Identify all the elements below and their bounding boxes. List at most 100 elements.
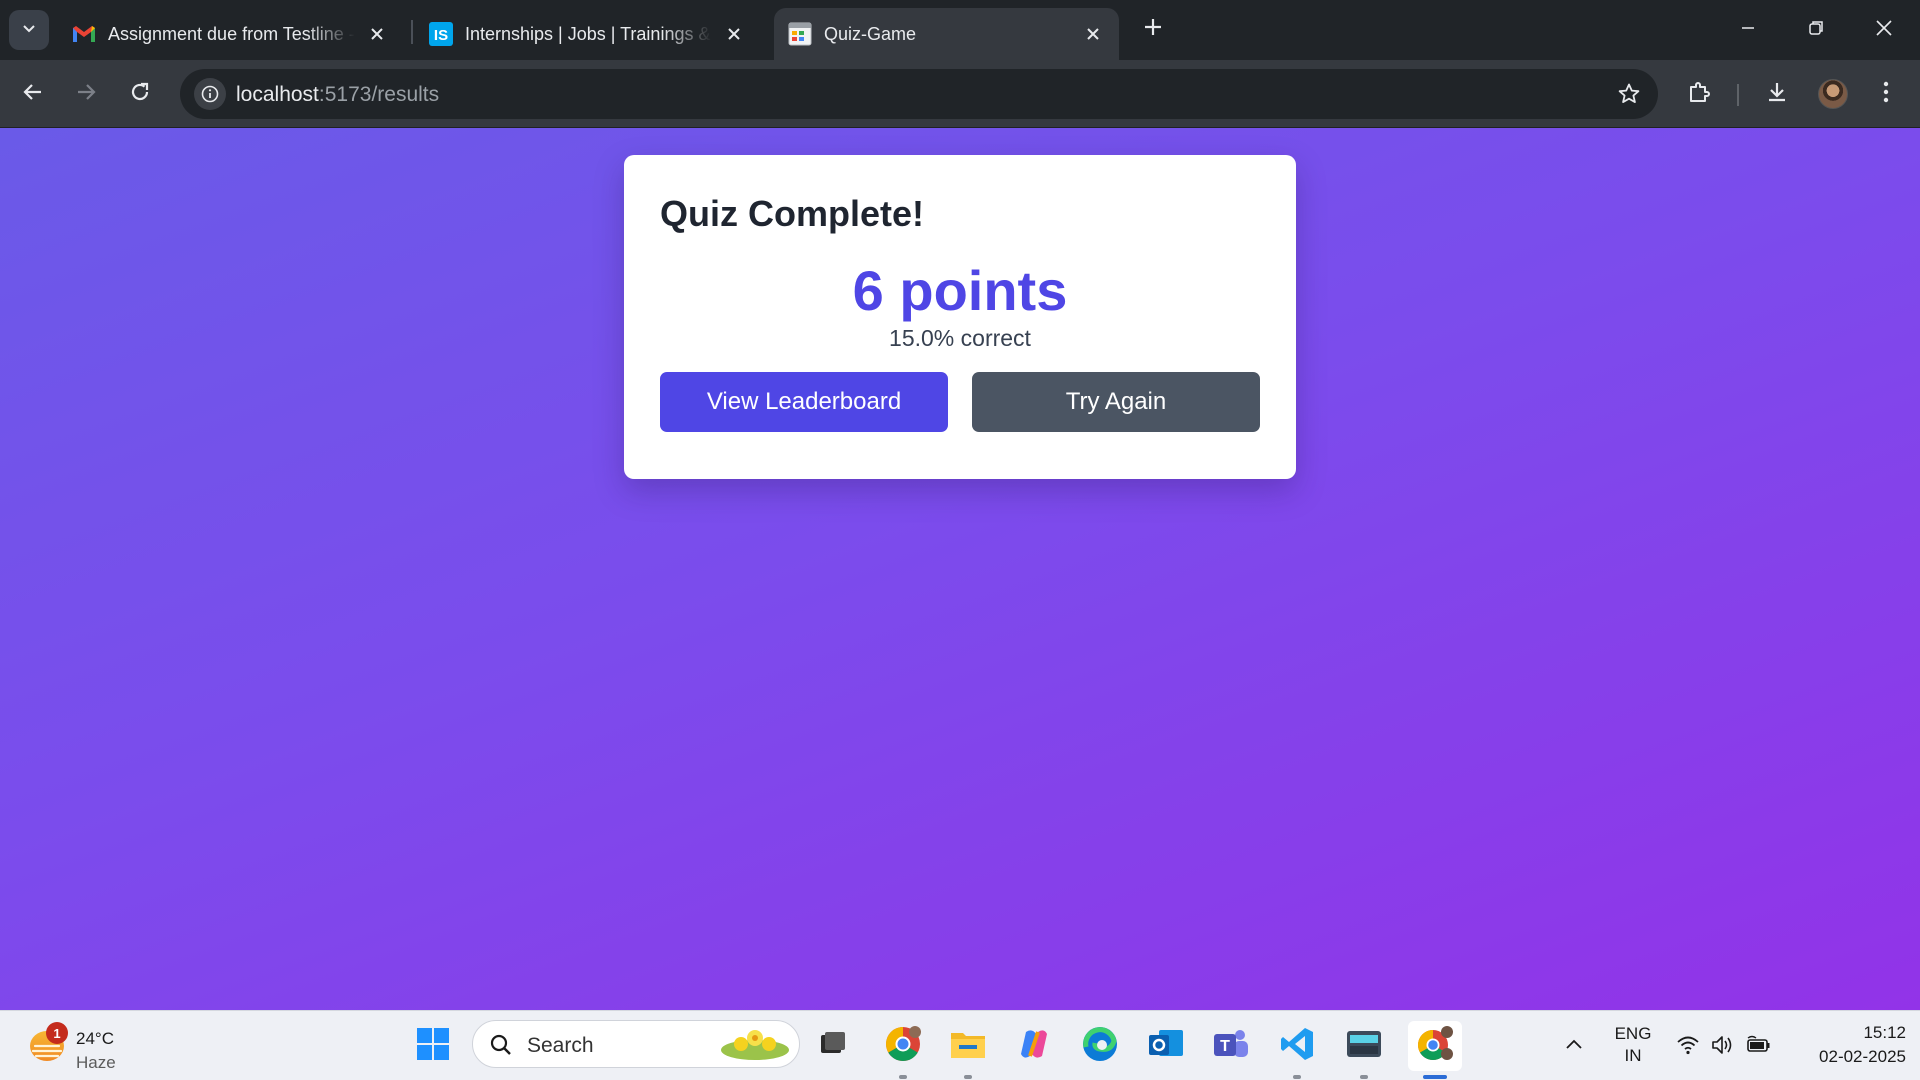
clock[interactable]: 15:12 02-02-2025 bbox=[1790, 1021, 1906, 1069]
tab-title: Quiz-Game bbox=[824, 23, 917, 44]
chevron-down-icon bbox=[21, 20, 37, 41]
clock-time: 15:12 bbox=[1863, 1023, 1906, 1042]
show-hidden-icons-button[interactable] bbox=[1560, 1034, 1588, 1058]
tab-title: Assignment due from Testline - bbox=[108, 23, 355, 44]
tab-gmail[interactable]: Assignment due from Testline - bbox=[58, 8, 403, 60]
file-explorer-button[interactable] bbox=[948, 1026, 988, 1066]
internshala-icon: IS bbox=[429, 22, 453, 46]
volume-icon bbox=[1710, 1033, 1736, 1062]
battery-icon bbox=[1746, 1035, 1772, 1060]
url-text[interactable]: localhost:5173/results bbox=[236, 83, 439, 107]
folder-icon bbox=[949, 1027, 987, 1066]
close-icon bbox=[1875, 19, 1893, 42]
outlook-button[interactable] bbox=[1146, 1026, 1186, 1066]
downloads-button[interactable] bbox=[1757, 74, 1797, 114]
taskbar-search-box[interactable]: Search bbox=[472, 1020, 800, 1068]
search-icon bbox=[489, 1033, 513, 1057]
language-code: ENG bbox=[1614, 1024, 1652, 1043]
profile-avatar[interactable] bbox=[1818, 79, 1848, 109]
teams-icon: T bbox=[1212, 1026, 1250, 1067]
active-indicator bbox=[1423, 1075, 1447, 1079]
windows-logo-icon bbox=[416, 1027, 450, 1066]
reload-button[interactable] bbox=[120, 74, 160, 114]
tab-title: Internships | Jobs | Trainings & I bbox=[465, 23, 712, 44]
search-highlight-icon bbox=[719, 1026, 791, 1062]
site-info-icon[interactable] bbox=[194, 78, 226, 110]
outlook-icon bbox=[1147, 1026, 1185, 1067]
chrome-profile-taskbar-button[interactable] bbox=[1408, 1021, 1462, 1071]
tab-search-button[interactable] bbox=[9, 10, 49, 50]
forward-button[interactable] bbox=[66, 74, 106, 114]
keyboard-icon bbox=[1345, 1027, 1383, 1066]
results-card: Quiz Complete! 6 points 15.0% correct Vi… bbox=[624, 155, 1296, 479]
running-indicator bbox=[1360, 1075, 1368, 1079]
results-actions: View Leaderboard Try Again bbox=[660, 372, 1260, 432]
teams-button[interactable]: T bbox=[1211, 1026, 1251, 1066]
input-language-indicator[interactable]: ENG IN bbox=[1608, 1023, 1658, 1067]
vscode-button[interactable] bbox=[1277, 1026, 1317, 1066]
close-tab-icon[interactable] bbox=[722, 22, 746, 46]
region-code: IN bbox=[1624, 1046, 1642, 1065]
view-leaderboard-button[interactable]: View Leaderboard bbox=[660, 372, 948, 432]
terminal-button[interactable] bbox=[1344, 1026, 1384, 1066]
close-tab-icon[interactable] bbox=[365, 22, 389, 46]
arrow-left-icon bbox=[22, 81, 44, 108]
page-title: Quiz Complete! bbox=[660, 193, 925, 234]
browser-tab-strip: Assignment due from Testline - IS Intern… bbox=[0, 0, 1920, 60]
chevron-up-icon bbox=[1565, 1037, 1583, 1055]
quiz-app-icon bbox=[788, 22, 812, 46]
running-indicator bbox=[899, 1075, 907, 1079]
url-host: localhost bbox=[236, 83, 319, 106]
start-button[interactable] bbox=[413, 1026, 453, 1066]
try-again-button[interactable]: Try Again bbox=[972, 372, 1260, 432]
system-tray[interactable] bbox=[1672, 1033, 1772, 1059]
browser-menu-button[interactable] bbox=[1866, 74, 1906, 114]
svg-text:T: T bbox=[1220, 1038, 1230, 1055]
arrow-right-icon bbox=[75, 81, 97, 108]
vscode-icon bbox=[1279, 1026, 1315, 1067]
extensions-button[interactable] bbox=[1679, 74, 1719, 114]
edge-icon bbox=[1081, 1025, 1119, 1068]
percent-correct: 15.0% correct bbox=[889, 325, 1031, 351]
browser-toolbar: localhost:5173/results bbox=[0, 60, 1920, 128]
chrome-taskbar-button[interactable] bbox=[883, 1025, 923, 1068]
edge-button[interactable] bbox=[1080, 1026, 1120, 1066]
more-vertical-icon bbox=[1883, 81, 1889, 108]
task-view-icon bbox=[818, 1029, 848, 1064]
svg-text:IS: IS bbox=[434, 27, 448, 44]
reload-icon bbox=[129, 81, 151, 108]
copilot-icon bbox=[1016, 1026, 1052, 1067]
copilot-button[interactable] bbox=[1014, 1026, 1054, 1066]
new-tab-button[interactable] bbox=[1136, 12, 1170, 46]
weather-condition: Haze bbox=[76, 1053, 116, 1072]
search-placeholder: Search bbox=[527, 1034, 594, 1057]
address-bar[interactable]: localhost:5173/results bbox=[180, 69, 1658, 119]
plus-icon bbox=[1143, 17, 1163, 42]
minimize-button[interactable] bbox=[1714, 0, 1782, 60]
running-indicator bbox=[964, 1075, 972, 1079]
puzzle-icon bbox=[1687, 80, 1711, 109]
chrome-icon bbox=[884, 1025, 922, 1068]
restore-icon bbox=[1808, 20, 1824, 41]
minimize-icon bbox=[1740, 20, 1756, 41]
windows-taskbar: 1 24°C Haze Search T ENG IN 15:12 02-02-… bbox=[0, 1010, 1920, 1080]
task-view-button[interactable] bbox=[813, 1026, 853, 1066]
weather-widget[interactable]: 1 24°C Haze bbox=[26, 1019, 136, 1073]
page-viewport: Quiz Complete! 6 points 15.0% correct Vi… bbox=[0, 128, 1920, 1010]
score-value: 6 points bbox=[852, 259, 1068, 322]
back-button[interactable] bbox=[13, 74, 53, 114]
notification-badge: 1 bbox=[46, 1022, 68, 1044]
tab-quiz-game[interactable]: Quiz-Game bbox=[774, 8, 1119, 60]
running-indicator bbox=[1293, 1075, 1301, 1079]
close-tab-icon[interactable] bbox=[1081, 22, 1105, 46]
tab-divider bbox=[411, 20, 413, 44]
weather-temperature: 24°C bbox=[76, 1029, 114, 1048]
download-icon bbox=[1765, 80, 1789, 109]
chrome-icon bbox=[1415, 1024, 1455, 1069]
wifi-icon bbox=[1676, 1033, 1700, 1062]
gmail-icon bbox=[72, 22, 96, 46]
tab-internshala[interactable]: IS Internships | Jobs | Trainings & I bbox=[415, 8, 760, 60]
bookmark-star-icon[interactable] bbox=[1616, 81, 1642, 107]
restore-button[interactable] bbox=[1782, 0, 1850, 60]
close-window-button[interactable] bbox=[1850, 0, 1918, 60]
